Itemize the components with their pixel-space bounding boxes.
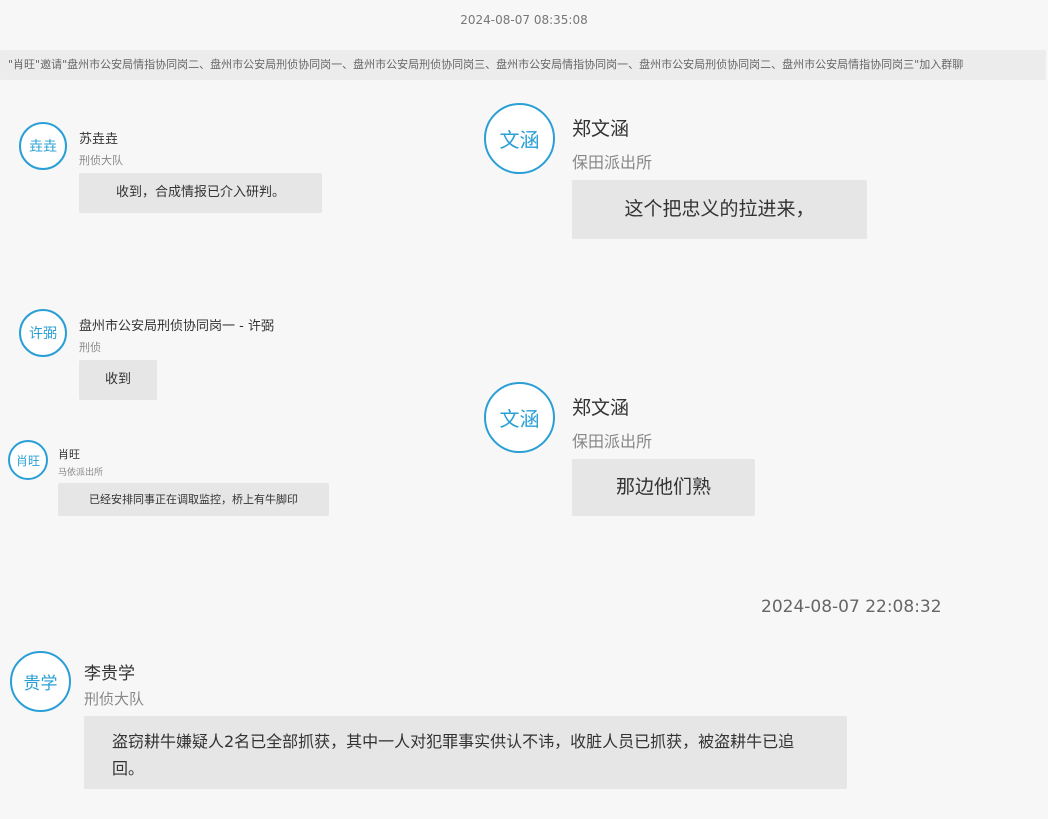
sender-dept: 马依派出所 <box>58 468 104 478</box>
message-bubble[interactable]: 收到 <box>79 360 157 400</box>
avatar[interactable]: 许弼 <box>19 309 67 357</box>
sender-dept: 刑侦大队 <box>79 154 123 167</box>
message-bubble[interactable]: 这个把忠义的拉进来， <box>572 180 867 239</box>
sender-name: 李贵学 <box>84 664 135 684</box>
avatar[interactable]: 文涵 <box>484 382 555 453</box>
sender-name: 苏垚垚 <box>79 132 119 147</box>
timestamp: 2024-08-07 08:35:08 <box>460 13 588 27</box>
sender-name: 肖旺 <box>58 448 80 461</box>
avatar[interactable]: 肖旺 <box>8 440 48 480</box>
sender-dept: 保田派出所 <box>572 432 653 451</box>
sender-name: 盘州市公安局刑侦协同岗一 - 许弼 <box>79 319 274 334</box>
message-bubble[interactable]: 那边他们熟 <box>572 459 755 516</box>
sender-dept: 刑侦 <box>79 341 101 354</box>
message-bubble[interactable]: 已经安排同事正在调取监控，桥上有牛脚印 <box>58 483 329 516</box>
sender-name: 郑文涵 <box>572 118 630 140</box>
avatar[interactable]: 垚垚 <box>19 122 67 170</box>
timestamp: 2024-08-07 22:08:32 <box>761 597 942 617</box>
sender-name: 郑文涵 <box>572 397 630 419</box>
avatar[interactable]: 文涵 <box>484 103 555 174</box>
avatar[interactable]: 贵学 <box>10 651 71 712</box>
system-notice: "肖旺"邀请"盘州市公安局情指协同岗二、盘州市公安局刑侦协同岗一、盘州市公安局刑… <box>0 50 1046 80</box>
sender-dept: 刑侦大队 <box>84 690 145 708</box>
message-bubble[interactable]: 盗窃耕牛嫌疑人2名已全部抓获，其中一人对犯罪事实供认不讳，收脏人员已抓获，被盗耕… <box>84 716 847 789</box>
sender-dept: 保田派出所 <box>572 153 653 172</box>
message-bubble[interactable]: 收到，合成情报已介入研判。 <box>79 173 322 213</box>
